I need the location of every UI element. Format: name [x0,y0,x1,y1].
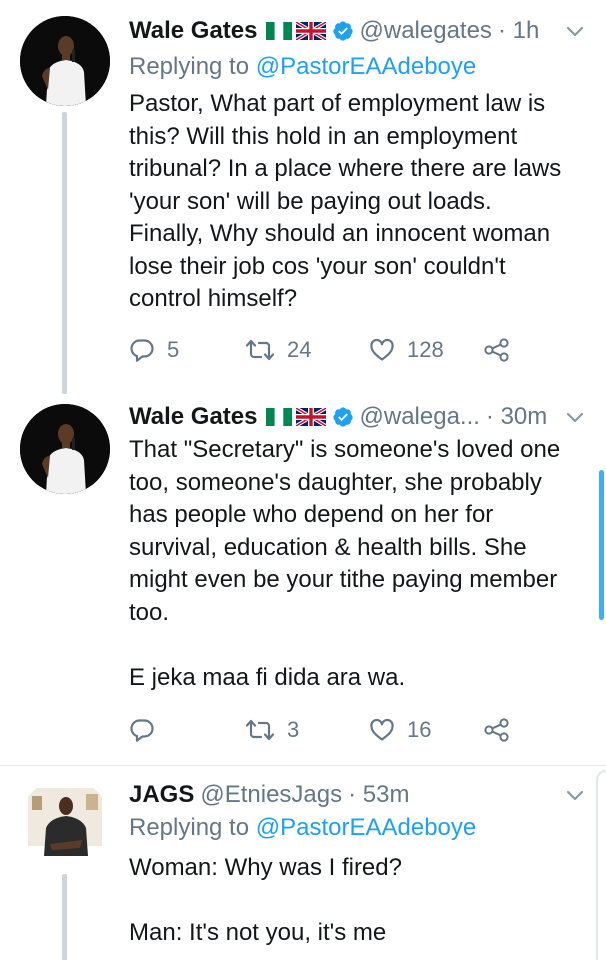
thread-line [62,874,67,960]
heart-icon [369,718,395,742]
profile-photo [20,778,110,868]
tweet-actions: 5 24 128 [129,332,529,368]
like-button[interactable]: 128 [369,337,483,363]
avatar[interactable] [20,16,110,106]
retweet-count: 24 [287,337,312,362]
chevron-down-icon[interactable] [566,412,584,424]
timestamp[interactable]: · 53m [348,781,409,809]
display-name[interactable]: Wale Gates [129,17,258,45]
flag-emojis [266,22,326,40]
replying-to-label: Replying to [129,53,256,80]
reply-count: 5 [167,337,180,362]
like-count: 128 [407,337,444,362]
tweet-actions: 3 16 [129,712,529,748]
chevron-down-icon[interactable] [566,790,584,802]
reply-button[interactable] [129,717,245,743]
avatar[interactable] [20,778,110,868]
replying-to: Replying to @PastorEAAdeboye [129,814,476,842]
tweet-header: JAGS @EtniesJags · 53m [129,778,409,812]
scrollbar[interactable] [599,470,604,620]
share-icon [483,338,511,362]
replying-to: Replying to @PastorEAAdeboye [129,53,476,81]
retweet-button[interactable]: 3 [245,717,369,743]
retweet-count: 3 [287,717,300,742]
card-edge [596,770,606,960]
nigeria-flag-icon [266,22,292,40]
verified-badge-icon [332,406,354,428]
like-button[interactable]: 16 [369,717,483,743]
tweet-header: Wale Gates @walegates · 1h [129,14,539,48]
retweet-icon [245,718,275,742]
user-handle[interactable]: @walegates [360,17,492,45]
like-count: 16 [407,717,432,742]
share-button[interactable] [483,718,511,742]
share-icon [483,718,511,742]
user-handle[interactable]: @walega... [360,403,480,431]
display-name[interactable]: Wale Gates [129,403,258,431]
user-handle[interactable]: @EtniesJags [200,781,342,809]
uk-flag-icon [296,408,326,426]
replying-to-link[interactable]: @PastorEAAdeboye [256,53,477,80]
tweet-text: Pastor, What part of employment law is t… [129,90,562,312]
tweet-text: That "Secretary" is someone's loved one … [129,436,561,691]
tweet-1[interactable]: Wale Gates @walegates · 1h Replying to @… [0,0,606,394]
tweet-3[interactable]: JAGS @EtniesJags · 53m Replying to @Past… [0,766,606,960]
avatar[interactable] [20,404,110,494]
timestamp[interactable]: · 30m [486,403,547,431]
verified-badge-icon [332,20,354,42]
replying-to-label: Replying to [129,814,256,841]
replying-to-link[interactable]: @PastorEAAdeboye [256,814,477,841]
tweet-2[interactable]: Wale Gates @walega... · 30m That "Secret… [0,390,606,766]
nigeria-flag-icon [266,408,292,426]
uk-flag-icon [296,22,326,40]
thread-line [62,112,67,394]
retweet-icon [245,338,275,362]
reply-icon [129,717,155,743]
chevron-down-icon[interactable] [566,26,584,38]
profile-photo [20,404,110,494]
flag-emojis [266,408,326,426]
share-button[interactable] [483,338,511,362]
timestamp[interactable]: · 1h [498,17,539,45]
retweet-button[interactable]: 24 [245,337,369,363]
tweet-header: Wale Gates @walega... · 30m [129,400,547,434]
heart-icon [369,338,395,362]
profile-photo [20,16,110,106]
tweet-text: Woman: Why was I fired? Man: It's not yo… [129,854,402,946]
reply-button[interactable]: 5 [129,337,245,363]
display-name[interactable]: JAGS [129,781,194,809]
reply-icon [129,337,155,363]
